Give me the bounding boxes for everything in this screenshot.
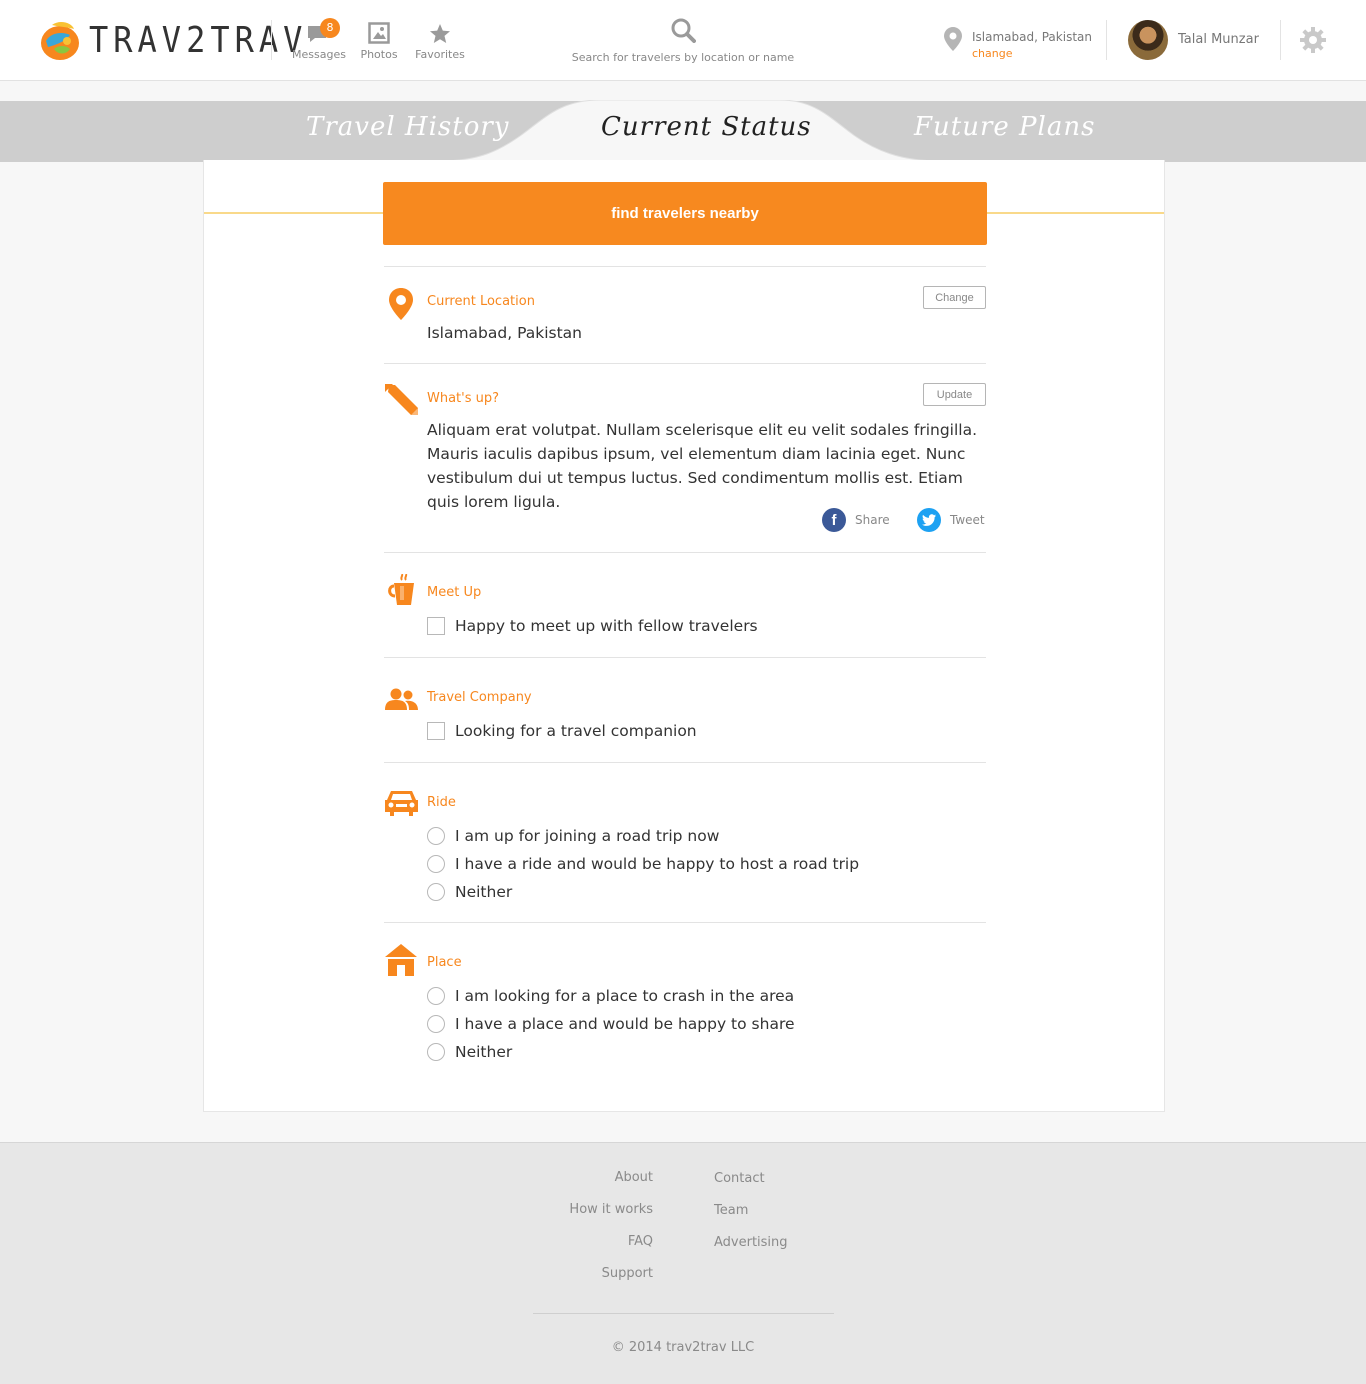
car-icon [385,789,418,820]
travel-company-title: Travel Company [427,690,532,705]
find-travelers-button[interactable]: find travelers nearby [383,182,987,245]
nav-photos[interactable]: Photos [358,20,400,61]
coffee-cup-icon [388,573,418,610]
place-option-label: I am looking for a place to crash in the… [455,987,795,1005]
ride-title: Ride [427,795,456,810]
pencil-icon [385,384,419,420]
section-divider [384,762,986,763]
footer-link-contact[interactable]: Contact [714,1171,765,1186]
place-option[interactable]: I have a place and would be happy to sha… [427,1015,795,1033]
tweet-label: Tweet [950,513,985,527]
travel-company-checkbox[interactable] [427,722,445,740]
nav-messages[interactable]: 8 Messages [292,18,346,61]
share-label: Share [855,513,890,527]
ride-radio[interactable] [427,883,445,901]
current-location-title: Current Location [427,294,535,309]
gear-icon[interactable] [1300,27,1326,57]
section-divider [384,363,986,364]
twitter-tweet[interactable]: Tweet [917,508,985,532]
nav-favorites[interactable]: Favorites [414,20,466,61]
footer-link-support[interactable]: Support [453,1266,653,1281]
meet-up-title: Meet Up [427,585,482,600]
section-divider [384,552,986,553]
logo-text: TRAV2TRAV [89,19,308,61]
copyright: © 2014 trav2trav LLC [611,1340,755,1355]
ride-option-label: I have a ride and would be happy to host… [455,855,860,873]
star-icon [414,20,466,44]
header-divider [1280,20,1281,60]
ride-radio[interactable] [427,827,445,845]
ride-option-label: Neither [455,883,513,901]
tab-future-plans[interactable]: Future Plans [914,112,1095,142]
place-option-label: Neither [455,1043,513,1061]
place-radio[interactable] [427,987,445,1005]
header-divider [1106,20,1107,60]
top-header: TRAV2TRAV 8 Messages Photos Favorites Se… [0,0,1366,81]
ride-option[interactable]: Neither [427,883,512,901]
section-divider [384,266,986,267]
place-option-label: I have a place and would be happy to sha… [455,1015,795,1033]
footer-divider [533,1313,834,1314]
place-radio[interactable] [427,1015,445,1033]
ride-option[interactable]: I am up for joining a road trip now [427,827,719,845]
search-icon[interactable] [560,17,806,45]
search-box[interactable]: Search for travelers by location or name [560,17,806,64]
search-placeholder: Search for travelers by location or name [571,51,795,64]
twitter-icon [917,508,941,532]
logo[interactable]: TRAV2TRAV [40,19,307,61]
nav-photos-label: Photos [360,48,398,61]
travel-company-option[interactable]: Looking for a travel companion [427,722,697,740]
avatar[interactable] [1128,20,1168,60]
place-title: Place [427,955,462,970]
user-name[interactable]: Talal Munzar [1178,32,1259,47]
footer-link-advertising[interactable]: Advertising [714,1235,788,1250]
place-option[interactable]: I am looking for a place to crash in the… [427,987,794,1005]
logo-mark-icon [40,19,80,61]
map-pin-icon [944,27,962,51]
ride-option[interactable]: I have a ride and would be happy to host… [427,855,859,873]
section-divider [384,922,986,923]
whats-up-title: What's up? [427,391,500,406]
header-location-change-link[interactable]: change [972,47,1012,60]
section-divider [384,657,986,658]
meet-up-option-label: Happy to meet up with fellow travelers [455,617,758,635]
nav-messages-label: Messages [292,48,346,61]
footer-link-team[interactable]: Team [714,1203,748,1218]
update-status-button[interactable]: Update [923,383,986,406]
tab-current-status[interactable]: Current Status [601,112,812,142]
status-card [203,160,1165,1112]
footer-link-faq[interactable]: FAQ [453,1234,653,1249]
place-radio[interactable] [427,1043,445,1061]
travel-company-option-label: Looking for a travel companion [455,722,697,740]
header-divider [271,20,272,60]
ride-radio[interactable] [427,855,445,873]
place-option[interactable]: Neither [427,1043,512,1061]
ride-option-label: I am up for joining a road trip now [455,827,720,845]
people-icon [385,688,418,714]
house-icon [385,944,417,980]
location-pin-icon [389,288,413,324]
facebook-icon: f [822,508,846,532]
meet-up-checkbox[interactable] [427,617,445,635]
footer-link-how-it-works[interactable]: How it works [453,1202,653,1217]
meet-up-option[interactable]: Happy to meet up with fellow travelers [427,617,758,635]
messages-badge: 8 [320,18,340,38]
photo-icon [358,20,400,44]
status-text: Aliquam erat volutpat. Nullam scelerisqu… [427,421,978,511]
nav-favorites-label: Favorites [415,48,465,61]
tab-travel-history[interactable]: Travel History [306,112,509,142]
current-location-value: Islamabad, Pakistan [427,324,582,342]
footer-link-about[interactable]: About [453,1170,653,1185]
change-location-button[interactable]: Change [923,286,986,309]
header-location: Islamabad, Pakistan change [944,27,1092,60]
facebook-share[interactable]: f Share [822,508,890,532]
header-location-city: Islamabad, Pakistan [972,30,1092,44]
